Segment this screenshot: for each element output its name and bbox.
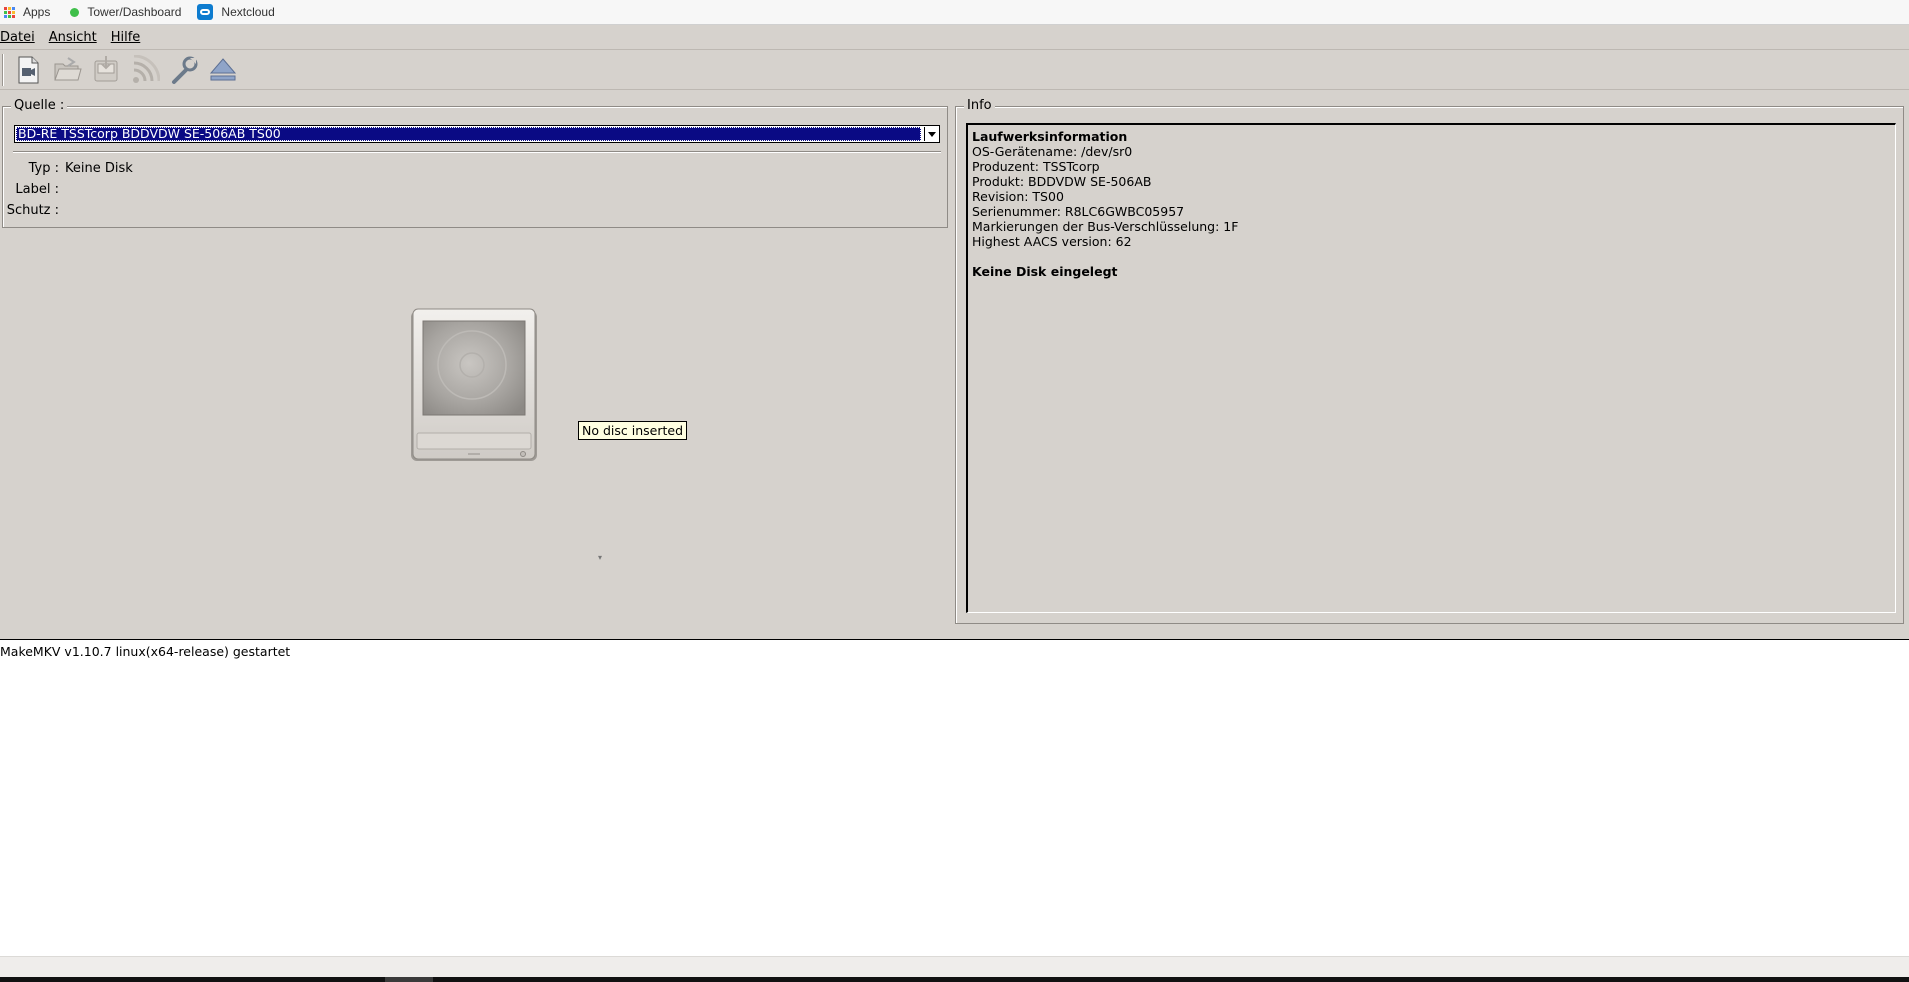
source-title: Quelle : xyxy=(11,98,68,113)
taskbar-strip xyxy=(0,977,1909,982)
menu-datei[interactable]: Datei xyxy=(0,30,41,45)
bookmark-apps-label: Apps xyxy=(23,5,51,19)
eject-button[interactable] xyxy=(205,52,241,88)
apps-dot xyxy=(4,10,7,14)
settings-button[interactable] xyxy=(166,52,202,88)
apps-dot xyxy=(12,6,15,10)
toolbar-grip xyxy=(2,54,4,86)
field-protection-label: Schutz : xyxy=(6,203,59,218)
field-type-value: Keine Disk xyxy=(65,161,133,176)
backup-icon xyxy=(94,55,118,81)
open-folder-icon xyxy=(54,56,82,80)
apps-dot xyxy=(8,14,11,18)
info-status: Keine Disk eingelegt xyxy=(972,264,1118,279)
apps-dot xyxy=(4,14,7,18)
menu-bar: Datei Ansicht Hilfe xyxy=(0,26,1909,48)
log-panel[interactable]: MakeMKV v1.10.7 linux(x64-release) gesta… xyxy=(0,639,1909,956)
info-line: Serienummer: R8LC6GWBC05957 xyxy=(972,204,1185,219)
log-line: MakeMKV v1.10.7 linux(x64-release) gesta… xyxy=(0,644,291,659)
drive-select[interactable]: BD-RE TSSTcorp BDDVDW SE-506AB TS00 xyxy=(14,125,940,143)
toolbar xyxy=(0,49,1909,90)
stream-icon xyxy=(133,54,160,83)
open-files-button[interactable] xyxy=(10,52,46,88)
info-line: OS-Gerätename: /dev/sr0 xyxy=(972,144,1133,159)
divider xyxy=(13,151,941,153)
open-video-file-icon xyxy=(18,56,39,83)
nextcloud-icon xyxy=(197,4,214,20)
disc-drive-icon[interactable] xyxy=(408,307,540,465)
field-label-label: Label : xyxy=(15,182,59,197)
bookmark-label: Nextcloud xyxy=(221,5,275,19)
apps-dot xyxy=(8,10,11,14)
cursor-icon: ▾ xyxy=(598,553,603,562)
info-panel: Laufwerksinformation OS-Gerätename: /dev… xyxy=(966,123,1896,613)
info-line: Produkt: BDDVDW SE-506AB xyxy=(972,174,1152,189)
backup-button[interactable] xyxy=(88,52,124,88)
apps-dot xyxy=(12,10,15,14)
taskbar-item xyxy=(385,977,433,982)
field-label: Label : xyxy=(3,182,65,197)
info-title: Info xyxy=(964,98,995,113)
open-disc-button[interactable] xyxy=(49,52,85,88)
menu-ansicht[interactable]: Ansicht xyxy=(49,30,103,45)
menu-hilfe[interactable]: Hilfe xyxy=(111,30,147,45)
drive-select-value: BD-RE TSSTcorp BDDVDW SE-506AB TS00 xyxy=(16,127,921,141)
info-line: Highest AACS version: 62 xyxy=(972,234,1132,249)
apps-dot xyxy=(4,6,7,10)
eject-icon xyxy=(209,57,237,80)
green-dot-icon xyxy=(70,7,80,17)
info-line: Markierungen der Bus-Verschlüsselung: 1F xyxy=(972,219,1239,234)
info-line: Produzent: TSSTcorp xyxy=(972,159,1100,174)
bookmark-label: Tower/Dashboard xyxy=(87,5,182,19)
bookmark-nextcloud[interactable]: Nextcloud xyxy=(193,0,280,25)
info-line: Revision: TS00 xyxy=(972,189,1064,204)
apps-dot xyxy=(12,14,15,18)
bookmark-apps[interactable]: Apps xyxy=(0,0,56,25)
menu-ansicht-label: Ansicht xyxy=(48,29,97,45)
settings-wrench-icon xyxy=(172,56,198,84)
chevron-down-icon[interactable] xyxy=(924,127,938,141)
info-heading: Laufwerksinformation xyxy=(972,129,1128,144)
apps-dot xyxy=(8,6,11,10)
source-group: Quelle : BD-RE TSSTcorp BDDVDW SE-506AB … xyxy=(2,98,948,228)
bookmark-tower-dashboard[interactable]: Tower/Dashboard xyxy=(62,0,187,25)
apps-grid-icon xyxy=(4,6,15,18)
menu-datei-label: Datei xyxy=(0,29,35,45)
status-bar xyxy=(0,956,1909,977)
menu-hilfe-label: Hilfe xyxy=(110,29,141,45)
field-type: Typ : Keine Disk xyxy=(3,161,133,176)
stream-button[interactable] xyxy=(127,52,163,88)
info-group: Info Laufwerksinformation OS-Gerätename:… xyxy=(955,98,1904,624)
no-disc-tooltip: No disc inserted xyxy=(578,421,688,440)
bookmarks-bar: Apps Tower/Dashboard Nextcloud xyxy=(0,0,1909,25)
field-type-label: Typ : xyxy=(28,161,59,176)
field-protection: Schutz : xyxy=(3,203,65,218)
